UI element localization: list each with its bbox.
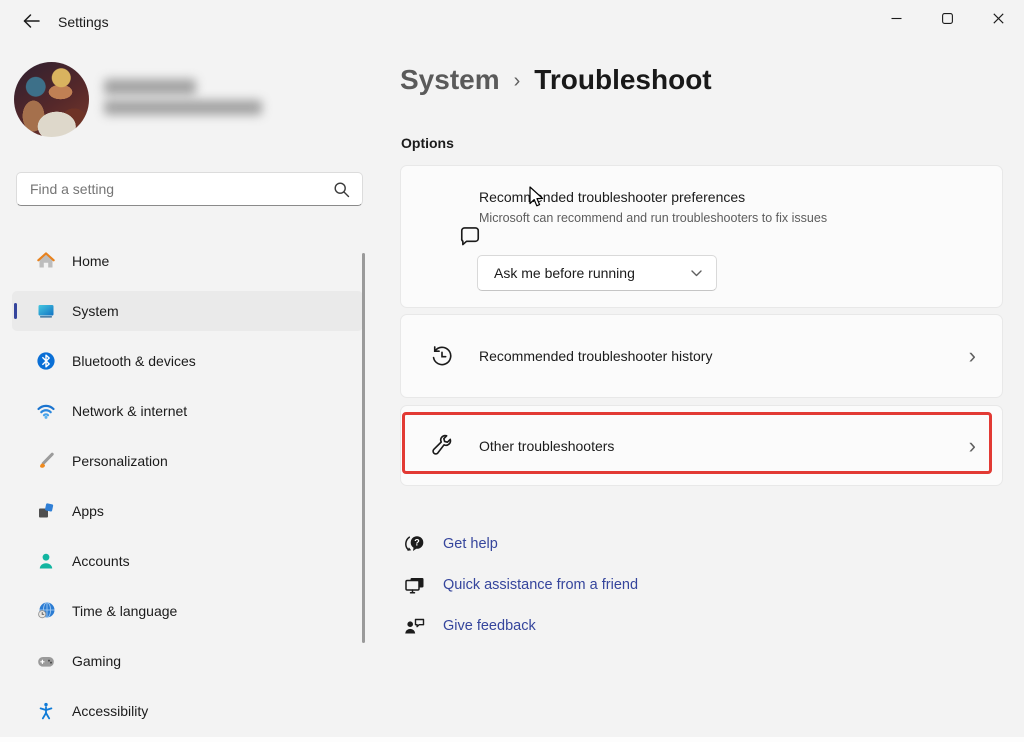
section-label-options: Options (401, 135, 454, 151)
history-card[interactable]: Recommended troubleshooter history › (400, 314, 1003, 398)
maximize-icon (942, 13, 953, 24)
accessibility-icon (36, 701, 56, 721)
personalization-icon (36, 451, 56, 471)
system-icon (36, 301, 56, 321)
title-bar: Settings (0, 0, 1024, 40)
sidebar-item-system[interactable]: System (12, 291, 363, 331)
search-icon (333, 181, 350, 198)
other-troubleshooters-card[interactable]: Other troubleshooters › (400, 405, 1003, 486)
user-email-blurred (104, 100, 262, 115)
close-icon (993, 13, 1004, 24)
breadcrumb: System › Troubleshoot (400, 64, 712, 96)
sidebar-item-label: System (72, 303, 119, 319)
page-title: Troubleshoot (534, 64, 711, 96)
wrench-icon (429, 433, 455, 459)
sidebar-item-accessibility[interactable]: Accessibility (12, 691, 363, 731)
dropdown-selected-value: Ask me before running (494, 265, 635, 281)
accounts-icon (36, 551, 56, 571)
sidebar-item-label: Gaming (72, 653, 121, 669)
sidebar-item-home[interactable]: Home (12, 241, 363, 281)
breadcrumb-parent[interactable]: System (400, 64, 500, 96)
link-label: Get help (443, 536, 498, 552)
avatar (14, 62, 89, 137)
chevron-down-icon (691, 270, 702, 277)
get-help-link[interactable]: ? Get help (402, 531, 638, 557)
back-arrow-icon (22, 12, 41, 30)
sidebar-item-label: Network & internet (72, 403, 187, 419)
sidebar-item-label: Personalization (72, 453, 168, 469)
minimize-icon (891, 13, 902, 24)
history-card-title: Recommended troubleshooter history (479, 348, 712, 364)
sidebar-item-label: Time & language (72, 603, 177, 619)
search-input[interactable] (17, 181, 333, 197)
maximize-button[interactable] (922, 0, 973, 36)
sidebar-item-network-internet[interactable]: Network & internet (12, 391, 363, 431)
sidebar-item-time-language[interactable]: Time & language (12, 591, 363, 631)
sidebar-item-label: Home (72, 253, 109, 269)
window-bottom-edge (0, 737, 1024, 742)
bluetooth-icon (36, 351, 56, 371)
history-icon (429, 343, 455, 369)
close-button[interactable] (973, 0, 1024, 36)
preferences-card: Recommended troubleshooter preferences M… (400, 165, 1003, 308)
home-icon (36, 251, 56, 271)
link-label: Quick assistance from a friend (443, 577, 638, 593)
sidebar-item-label: Apps (72, 503, 104, 519)
comment-icon (457, 223, 483, 249)
troubleshooter-preference-dropdown[interactable]: Ask me before running (477, 255, 717, 291)
other-troubleshooters-title: Other troubleshooters (479, 438, 614, 454)
sidebar-item-accounts[interactable]: Accounts (12, 541, 363, 581)
breadcrumb-separator-icon: › (514, 70, 521, 93)
sidebar-item-bluetooth-devices[interactable]: Bluetooth & devices (12, 341, 363, 381)
give-feedback-icon (402, 614, 428, 638)
quick-assist-icon (402, 573, 428, 597)
preferences-card-title: Recommended troubleshooter preferences (479, 189, 745, 205)
network-icon (36, 401, 56, 421)
window-title: Settings (58, 14, 109, 30)
sidebar-nav: Home System Bluetooth & devices Network … (12, 241, 363, 741)
sidebar-item-personalization[interactable]: Personalization (12, 441, 363, 481)
give-feedback-link[interactable]: Give feedback (402, 613, 638, 639)
svg-text:?: ? (414, 538, 420, 548)
sidebar-item-label: Bluetooth & devices (72, 353, 196, 369)
sidebar-item-gaming[interactable]: Gaming (12, 641, 363, 681)
chevron-right-icon: › (969, 435, 976, 457)
back-button[interactable] (14, 7, 48, 35)
user-name-blurred (104, 79, 196, 95)
get-help-icon: ? (402, 532, 428, 556)
sidebar-scrollbar[interactable] (362, 253, 365, 643)
chevron-right-icon: › (969, 345, 976, 367)
time-language-icon (36, 601, 56, 621)
quick-assistance-link[interactable]: Quick assistance from a friend (402, 572, 638, 598)
preferences-card-description: Microsoft can recommend and run troubles… (479, 211, 827, 225)
help-links: ? Get help Quick assistance from a frien… (402, 531, 638, 654)
minimize-button[interactable] (871, 0, 922, 36)
apps-icon (36, 501, 56, 521)
sidebar-item-label: Accounts (72, 553, 130, 569)
gaming-icon (36, 651, 56, 671)
sidebar-item-label: Accessibility (72, 703, 148, 719)
search-box (16, 172, 363, 206)
link-label: Give feedback (443, 618, 536, 634)
sidebar-item-apps[interactable]: Apps (12, 491, 363, 531)
